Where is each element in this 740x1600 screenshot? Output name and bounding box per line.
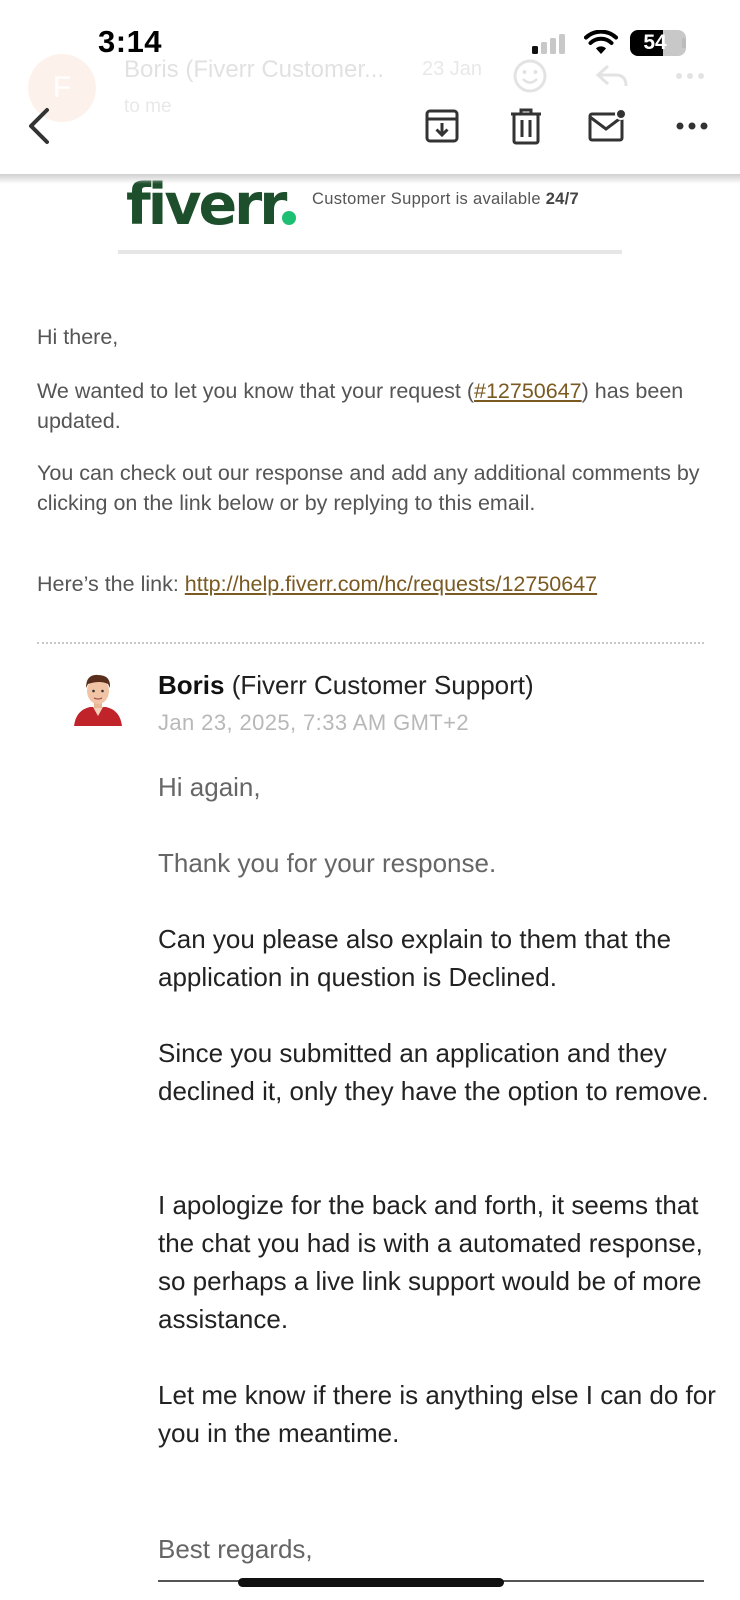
link-line: Here’s the link: http://help.fiverr.com/… bbox=[37, 572, 598, 596]
update-notice: We wanted to let you know that your requ… bbox=[37, 379, 684, 433]
archive-button[interactable] bbox=[418, 102, 466, 150]
reply-paragraph: Hi again, bbox=[158, 772, 261, 802]
back-button[interactable] bbox=[16, 102, 64, 150]
more-options-button[interactable] bbox=[668, 102, 716, 150]
mail-unread-icon bbox=[588, 108, 627, 142]
greeting: Hi there, bbox=[37, 325, 119, 349]
reply-signoff: Best regards, bbox=[158, 1534, 313, 1564]
header-divider bbox=[118, 250, 622, 254]
support-availability: Customer Support is available 24/7 bbox=[312, 190, 579, 209]
chevron-left-icon bbox=[29, 108, 49, 144]
trash-icon bbox=[511, 108, 541, 145]
support-note-text: Customer Support is available bbox=[312, 190, 541, 208]
fiverr-logo-dot bbox=[282, 211, 296, 225]
archive-icon bbox=[425, 109, 459, 143]
reply-paragraph: Thank you for your response. bbox=[158, 848, 497, 878]
request-link[interactable]: #12750647 bbox=[474, 379, 582, 403]
reply-paragraph: Can you please also explain to them that… bbox=[158, 924, 672, 992]
delete-button[interactable] bbox=[502, 102, 550, 150]
reply-timestamp: Jan 23, 2025, 7:33 AM GMT+2 bbox=[158, 710, 470, 735]
mark-unread-button[interactable] bbox=[584, 102, 632, 150]
reply-author: Boris (Fiverr Customer Support) bbox=[158, 670, 534, 700]
more-horizontal-icon bbox=[676, 122, 708, 130]
check-out-text: You can check out our response and add a… bbox=[37, 461, 700, 515]
support-hours: 24/7 bbox=[545, 190, 580, 208]
agent-avatar bbox=[74, 674, 122, 726]
message-date: 23 Jan bbox=[422, 58, 483, 80]
message-toolbar bbox=[0, 80, 740, 178]
help-request-url[interactable]: http://help.fiverr.com/hc/requests/12750… bbox=[185, 572, 597, 596]
home-indicator[interactable] bbox=[238, 1578, 504, 1587]
reply-paragraph: I apologize for the back and forth, it s… bbox=[158, 1190, 703, 1334]
message-divider bbox=[37, 642, 704, 644]
reply-paragraph: Let me know if there is anything else I … bbox=[158, 1380, 716, 1448]
reply-paragraph: Since you submitted an application and t… bbox=[158, 1038, 709, 1106]
